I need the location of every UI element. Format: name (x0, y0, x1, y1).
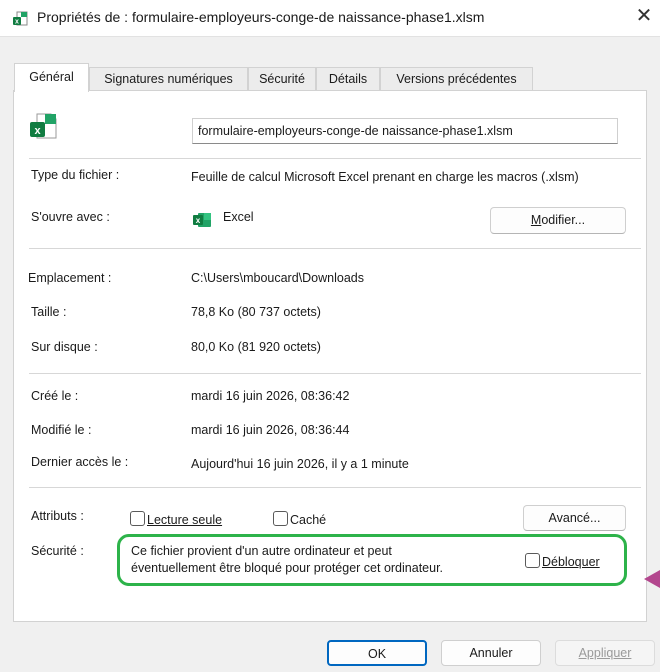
security-label: Sécurité : (31, 544, 84, 558)
separator (29, 158, 641, 159)
readonly-checkbox-box[interactable] (130, 511, 145, 526)
title-bar: x Propriétés de : formulaire-employeurs-… (0, 0, 660, 37)
cancel-button[interactable]: Annuler (441, 640, 541, 666)
advanced-button[interactable]: Avancé... (523, 505, 626, 531)
created-label: Créé le : (31, 389, 79, 403)
svg-text:x: x (196, 216, 201, 225)
tab-security[interactable]: Sécurité (248, 67, 316, 90)
created-value: mardi 16 juin 2026, 08:36:42 (191, 389, 350, 403)
modified-value: mardi 16 juin 2026, 08:36:44 (191, 423, 350, 437)
hidden-checkbox[interactable]: Caché (273, 511, 326, 527)
accessed-value: Aujourd'hui 16 juin 2026, il y a 1 minut… (191, 457, 409, 471)
security-highlight-frame (117, 534, 627, 586)
file-type-label: Type du fichier : (31, 168, 120, 182)
annotation-arrow (644, 570, 660, 588)
tab-details[interactable]: Détails (316, 67, 380, 90)
location-value: C:\Users\mboucard\Downloads (191, 271, 364, 285)
filename-field[interactable]: formulaire-employeurs-conge-de naissance… (192, 118, 618, 144)
opens-with-app: Excel (223, 210, 254, 224)
tab-general[interactable]: Général (14, 63, 89, 92)
excel-file-icon: x (13, 11, 28, 26)
size-value: 78,8 Ko (80 737 octets) (191, 305, 321, 319)
disk-size-value: 80,0 Ko (81 920 octets) (191, 340, 321, 354)
separator (29, 487, 641, 488)
change-button[interactable]: Modifier... (490, 207, 626, 234)
separator (29, 373, 641, 374)
file-type-value: Feuille de calcul Microsoft Excel prenan… (191, 170, 579, 184)
apply-button[interactable]: Appliquer (555, 640, 655, 666)
properties-dialog: x Propriétés de : formulaire-employeurs-… (0, 0, 660, 672)
tab-digital-signatures[interactable]: Signatures numériques (89, 67, 248, 90)
disk-size-label: Sur disque : (31, 340, 98, 354)
attributes-label: Attributs : (31, 509, 84, 523)
excel-macro-file-icon: x (30, 113, 57, 139)
tab-previous-versions[interactable]: Versions précédentes (380, 67, 533, 90)
readonly-checkbox[interactable]: Lecture seule (130, 511, 222, 527)
modified-label: Modifié le : (31, 423, 92, 437)
svg-text:x: x (34, 125, 41, 137)
excel-icon: x (193, 213, 211, 227)
opens-with-label: S'ouvre avec : (31, 210, 110, 224)
close-icon[interactable]: ✕ (632, 5, 656, 29)
separator (29, 248, 641, 249)
location-label: Emplacement : (28, 271, 112, 285)
size-label: Taille : (31, 305, 67, 319)
svg-text:x: x (15, 19, 19, 26)
accessed-label: Dernier accès le : (31, 455, 129, 469)
window-title: Propriétés de : formulaire-employeurs-co… (37, 9, 485, 25)
hidden-checkbox-box[interactable] (273, 511, 288, 526)
ok-button[interactable]: OK (327, 640, 427, 666)
